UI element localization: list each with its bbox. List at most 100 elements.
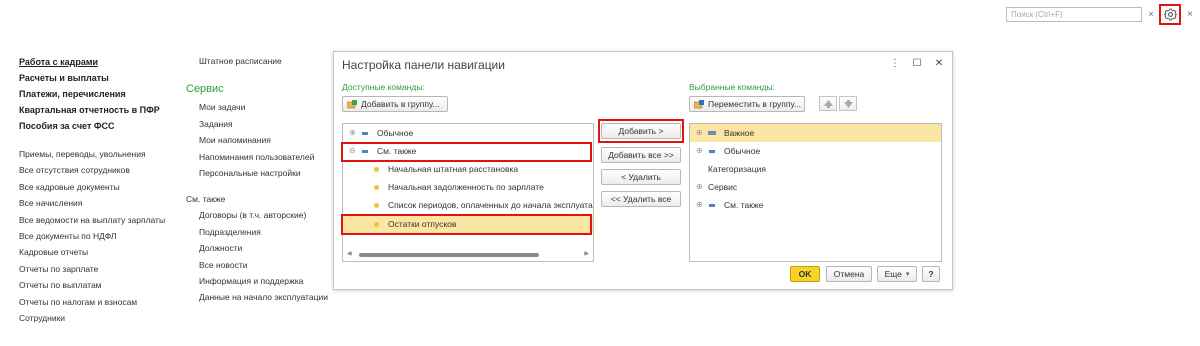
tree-row-label: Начальная задолженность по зарплате xyxy=(388,182,544,192)
remove-all-button[interactable]: << Удалить все xyxy=(601,191,681,207)
nav-link[interactable]: Подразделения xyxy=(186,224,336,240)
tree-row-label: Важное xyxy=(724,128,755,138)
navigation-settings-dialog: Настройка панели навигации ⋮ ☐ ✕ Доступн… xyxy=(333,51,953,290)
commands-panel: Штатное расписание Сервис Мои задачи Зад… xyxy=(186,53,336,306)
selected-commands-label: Выбранные команды: xyxy=(689,82,775,92)
nav-link[interactable]: Все ведомости на выплату зарплаты xyxy=(19,212,189,228)
nav-link[interactable]: Задания xyxy=(186,116,336,132)
folder-icon xyxy=(709,204,715,207)
nav-link[interactable]: Все новости xyxy=(186,257,336,273)
nav-link[interactable]: Приемы, переводы, увольнения xyxy=(19,146,189,162)
nav-link[interactable]: Отчеты по зарплате xyxy=(19,261,189,277)
highlight-add-button xyxy=(598,119,684,143)
add-to-group-button[interactable]: Добавить в группу... xyxy=(342,96,448,112)
section-payroll[interactable]: Расчеты и выплаты xyxy=(19,70,189,86)
nav-link[interactable]: Данные на начало эксплуатации xyxy=(186,289,336,305)
section-pfr-reports[interactable]: Квартальная отчетность в ПФР xyxy=(19,102,189,118)
nav-link[interactable]: Кадровые отчеты xyxy=(19,244,189,260)
add-all-button[interactable]: Добавить все >> xyxy=(601,147,681,163)
sections-panel: Работа с кадрами Расчеты и выплаты Плате… xyxy=(19,54,189,326)
scrollbar-thumb[interactable] xyxy=(359,253,539,257)
cancel-button[interactable]: Отмена xyxy=(826,266,872,282)
close-icon[interactable]: ✕ xyxy=(934,58,944,69)
nav-link[interactable]: Отчеты по выплатам xyxy=(19,277,189,293)
ok-button[interactable]: OK xyxy=(790,266,820,282)
tree-row-selected[interactable]: ⊕ Важное xyxy=(690,124,941,142)
help-button[interactable]: ? xyxy=(922,266,940,282)
gear-icon xyxy=(1163,8,1177,21)
dialog-title: Настройка панели навигации xyxy=(342,58,505,72)
tree-row-label: Обычное xyxy=(377,128,414,138)
folder-icon xyxy=(362,132,368,135)
folder-icon xyxy=(708,131,716,135)
section-hr[interactable]: Работа с кадрами xyxy=(19,54,189,70)
tree-row-label: Начальная штатная расстановка xyxy=(388,164,519,174)
more-menu-icon[interactable]: ⋮ xyxy=(890,58,900,69)
bullet-icon xyxy=(374,167,379,172)
nav-link-staffing[interactable]: Штатное расписание xyxy=(186,53,336,69)
section-fss-benefits[interactable]: Пособия за счет ФСС xyxy=(19,118,189,134)
nav-link[interactable]: Напоминания пользователей xyxy=(186,149,336,165)
expand-icon[interactable]: ⊕ xyxy=(696,196,703,214)
see-also-heading: См. также xyxy=(186,194,226,205)
remove-button[interactable]: < Удалить xyxy=(601,169,681,185)
section-payments[interactable]: Платежи, перечисления xyxy=(19,86,189,102)
tree-row[interactable]: ⊕ Сервис xyxy=(690,178,941,196)
tree-row-label: См. также xyxy=(724,200,764,210)
chevron-down-icon: ▾ xyxy=(905,271,910,278)
settings-button[interactable] xyxy=(1159,4,1181,25)
arrow-down-icon xyxy=(843,99,853,108)
scroll-right-icon[interactable]: ▶ xyxy=(584,251,589,258)
search-input[interactable]: Поиск (Ctrl+F) xyxy=(1006,7,1142,22)
nav-link[interactable]: Должности xyxy=(186,240,336,256)
bullet-icon xyxy=(374,203,379,208)
selected-commands-tree[interactable]: ⊕ Важное ⊕ Обычное Категоризация ⊕ Серви… xyxy=(689,123,942,262)
folder-icon xyxy=(709,150,715,153)
move-to-group-label: Переместить в группу... xyxy=(708,99,801,109)
tree-row[interactable]: Начальная задолженность по зарплате xyxy=(343,178,593,196)
move-up-button[interactable] xyxy=(819,96,837,111)
tree-row[interactable]: Категоризация xyxy=(690,160,941,178)
move-to-group-icon xyxy=(694,99,704,108)
tree-row-label: Сервис xyxy=(708,182,738,192)
expand-icon[interactable]: ⊕ xyxy=(696,142,703,160)
nav-link[interactable]: Все начисления xyxy=(19,195,189,211)
bullet-icon xyxy=(374,185,379,190)
move-down-button[interactable] xyxy=(839,96,857,111)
nav-link[interactable]: Сотрудники xyxy=(19,310,189,326)
move-to-group-button[interactable]: Переместить в группу... xyxy=(689,96,805,112)
more-button[interactable]: Еще ▾ xyxy=(877,266,917,282)
more-label: Еще xyxy=(884,269,902,279)
tree-row[interactable]: Начальная штатная расстановка xyxy=(343,160,593,178)
nav-link[interactable]: Все кадровые документы xyxy=(19,179,189,195)
nav-link[interactable]: Персональные настройки xyxy=(186,165,336,181)
nav-link[interactable]: Отчеты по налогам и взносам xyxy=(19,294,189,310)
close-panel-button[interactable]: × xyxy=(1184,7,1196,22)
horizontal-scrollbar[interactable]: ◀ ▶ xyxy=(347,251,589,258)
tree-row-label: Список периодов, оплаченных до начала эк… xyxy=(388,200,594,210)
nav-link[interactable]: Мои напоминания xyxy=(186,132,336,148)
nav-link[interactable]: Все документы по НДФЛ xyxy=(19,228,189,244)
arrow-up-icon xyxy=(823,99,833,108)
nav-link[interactable]: Договоры (в т.ч. авторские) xyxy=(186,207,336,223)
expand-icon[interactable]: ⊕ xyxy=(696,178,703,196)
add-to-group-label: Добавить в группу... xyxy=(361,99,440,109)
tree-row-label: Обычное xyxy=(724,146,761,156)
nav-link[interactable]: Все отсутствия сотрудников xyxy=(19,162,189,178)
expand-icon[interactable]: ⊕ xyxy=(696,124,703,142)
maximize-icon[interactable]: ☐ xyxy=(912,58,922,69)
tree-row[interactable]: Список периодов, оплаченных до начала эк… xyxy=(343,196,593,214)
expand-icon[interactable]: ⊕ xyxy=(349,124,356,142)
tree-row[interactable]: ⊕ Обычное xyxy=(343,124,593,142)
dialog-window-controls: ⋮ ☐ ✕ xyxy=(890,58,944,69)
highlight-vacation-balances xyxy=(341,214,592,235)
add-to-group-icon xyxy=(347,99,357,108)
nav-link[interactable]: Мои задачи xyxy=(186,99,336,115)
tree-row[interactable]: ⊕ См. также xyxy=(690,196,941,214)
scroll-left-icon[interactable]: ◀ xyxy=(347,251,352,258)
search-clear-button[interactable]: × xyxy=(1145,7,1157,22)
highlight-see-also xyxy=(341,142,592,162)
nav-link[interactable]: Информация и поддержка xyxy=(186,273,336,289)
tree-row-label: Категоризация xyxy=(708,164,766,174)
tree-row[interactable]: ⊕ Обычное xyxy=(690,142,941,160)
